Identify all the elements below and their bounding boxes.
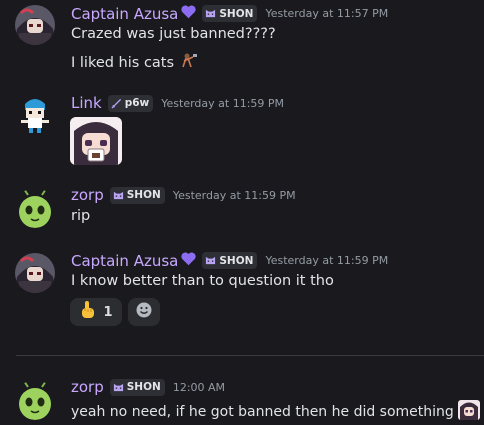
guild-tag[interactable]: p6w — [107, 94, 154, 112]
pointing-hand-icon — [79, 300, 97, 324]
reaction-button[interactable]: 1 — [70, 298, 122, 326]
tag-label: SHON — [219, 7, 254, 20]
timestamp[interactable]: Yesterday at 11:59 PM — [173, 189, 296, 202]
guild-tag[interactable]: SHON — [109, 378, 165, 396]
tag-label: SHON — [126, 189, 161, 201]
timestamp[interactable]: Yesterday at 11:59 PM — [161, 97, 284, 110]
avatar[interactable] — [15, 253, 55, 293]
reaction-count: 1 — [103, 304, 113, 320]
message-text: Crazed was just banned???? — [71, 26, 276, 42]
message-divider — [16, 355, 484, 356]
username[interactable]: Link — [71, 94, 102, 112]
username[interactable]: zorp — [71, 186, 104, 204]
avatar[interactable] — [15, 188, 55, 228]
anime-girl-emoji-icon — [458, 400, 481, 424]
avatar[interactable] — [15, 380, 55, 420]
timestamp[interactable]: Yesterday at 11:59 PM — [265, 254, 388, 267]
add-reaction-button[interactable] — [128, 298, 160, 326]
username[interactable]: zorp — [71, 378, 104, 396]
cat-icon — [113, 382, 124, 393]
message-text: I know better than to question it tho — [71, 273, 334, 289]
message-text-line: yeah no need, if he got banned then he d… — [71, 400, 481, 424]
heart-icon — [181, 4, 196, 23]
tag-label: SHON — [219, 254, 254, 267]
avatar[interactable] — [15, 5, 55, 45]
sword-icon — [111, 98, 122, 109]
cat-icon — [205, 255, 216, 266]
timestamp[interactable]: Yesterday at 11:57 PM — [265, 7, 388, 20]
username[interactable]: Captain Azusa — [71, 5, 178, 23]
heart-icon — [181, 251, 196, 270]
cat-icon — [205, 8, 216, 19]
message-text: yeah no need, if he got banned then he d… — [71, 404, 454, 420]
guild-tag[interactable]: SHON — [109, 186, 165, 204]
cat-icon — [113, 190, 124, 201]
message-text: I liked his cats — [71, 55, 175, 71]
add-reaction-icon — [135, 301, 153, 323]
tag-label: SHON — [126, 381, 161, 393]
sticker[interactable] — [70, 117, 122, 165]
message-text-line: I liked his cats — [71, 52, 199, 74]
cat-emoji-icon — [179, 52, 199, 74]
guild-tag[interactable]: SHON — [202, 5, 258, 22]
guild-tag[interactable]: SHON — [202, 252, 258, 269]
tag-label: p6w — [124, 97, 150, 109]
message-text: rip — [71, 208, 91, 224]
avatar[interactable] — [15, 96, 55, 136]
username[interactable]: Captain Azusa — [71, 252, 178, 270]
timestamp[interactable]: 12:00 AM — [173, 381, 225, 394]
